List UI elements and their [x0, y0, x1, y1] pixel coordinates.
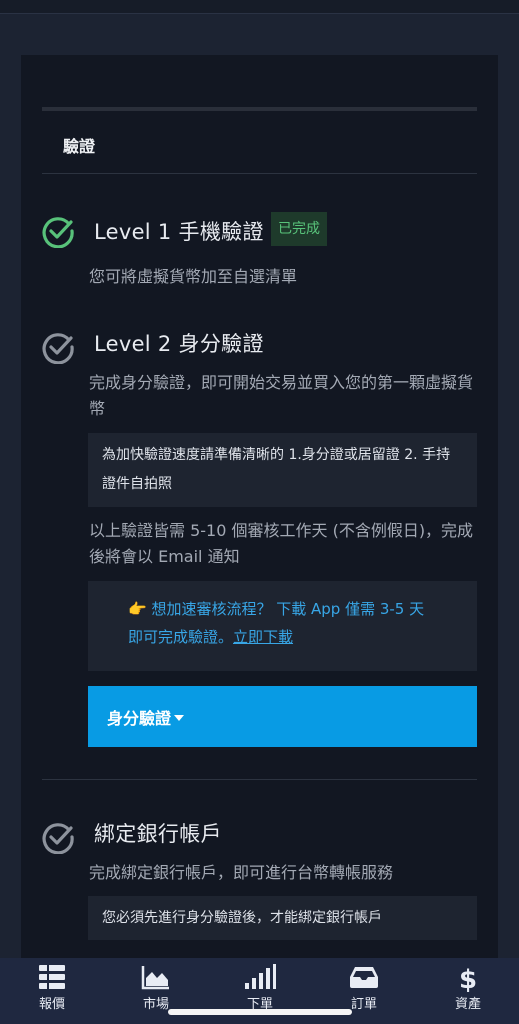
level1-description: 您可將虛擬貨幣加至自選清單	[89, 267, 298, 286]
level1-title: Level 1 手機驗證	[94, 220, 264, 244]
signal-bars-icon	[245, 964, 276, 989]
identity-verify-button[interactable]: 身分驗證	[88, 686, 477, 747]
tab-assets-label: 資產	[454, 997, 481, 1012]
top-bar	[0, 0, 519, 14]
level2-title: Level 2 身分驗證	[94, 332, 264, 356]
check-circle-gray-icon	[42, 823, 74, 854]
bank-title: 綁定銀行帳戶	[94, 822, 222, 846]
chart-area-icon	[141, 966, 169, 990]
tab-quotes-label: 報價	[38, 997, 65, 1012]
status-badge: 已完成	[271, 212, 327, 246]
download-promo: 👉 想加速審核流程？ 下載 App 僅需 3-5 天即可完成驗證。立即下載	[88, 581, 477, 671]
level2-note: 為加快驗證速度請準備清晰的 1.身分證或居留證 2. 手持證件自拍照	[88, 433, 477, 507]
card-top-rule	[42, 107, 477, 111]
inbox-tray-icon	[350, 967, 378, 988]
bank-note: 您必須先進行身分驗證後，才能綁定銀行帳戶	[88, 896, 477, 940]
check-circle-green-icon	[42, 217, 74, 248]
tab-assets[interactable]: $ 資產	[416, 958, 519, 1024]
check-circle-gray-icon	[42, 333, 74, 364]
section-title: 驗證	[63, 137, 96, 156]
verification-card: 驗證 Level 1 手機驗證 已完成 您可將虛擬貨幣加至自選清單 Level …	[21, 55, 498, 958]
bank-divider	[42, 779, 477, 780]
caret-down-icon	[174, 714, 185, 721]
dollar-icon: $	[459, 965, 477, 992]
review-time-text: 以上驗證皆需 5-10 個審核工作天 (不含例假日)，完成後將會以 Email …	[89, 521, 474, 566]
pointing-hand-icon: 👉	[128, 600, 147, 618]
tab-quotes[interactable]: 報價	[0, 958, 104, 1024]
download-now-link[interactable]: 立即下載	[233, 628, 293, 646]
svg-text:$: $	[459, 965, 477, 992]
level2-description: 完成身分驗證，即可開始交易並買入您的第一顆虛擬貨幣	[89, 373, 474, 418]
home-indicator	[168, 1009, 352, 1015]
section-divider	[42, 173, 477, 174]
list-icon	[39, 965, 65, 989]
identity-verify-label: 身分驗證	[107, 708, 172, 728]
bank-description: 完成綁定銀行帳戶，即可進行台幣轉帳服務	[89, 863, 394, 882]
